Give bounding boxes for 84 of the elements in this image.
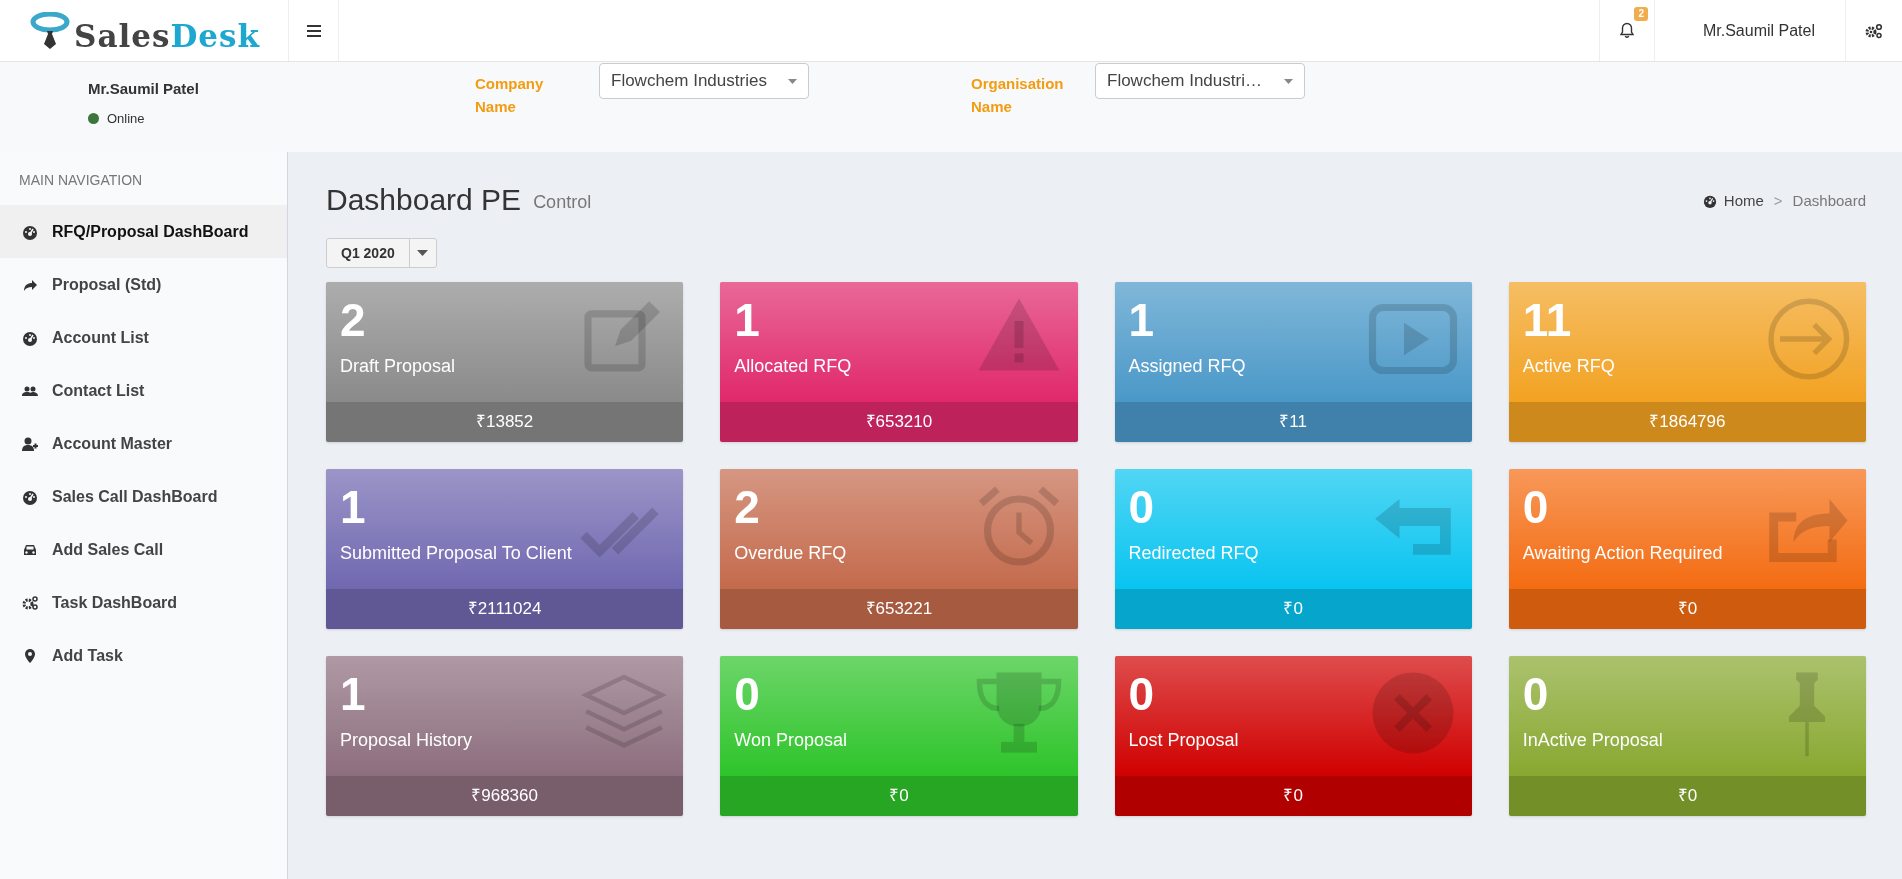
card-count: 1	[734, 293, 760, 348]
organisation-select[interactable]: Flowchem Industri…	[1095, 63, 1305, 99]
card-count: 0	[734, 667, 760, 722]
card-amount: ₹0	[889, 785, 909, 808]
page-subtitle: Control	[533, 191, 592, 214]
caret-icon	[1284, 78, 1293, 84]
period-select[interactable]: Q1 2020	[326, 238, 437, 268]
card-count: 0	[1128, 667, 1155, 722]
dashboard-icon	[22, 223, 38, 240]
stat-card[interactable]: 0 InActive Proposal ₹0	[1508, 656, 1866, 816]
menu-icon	[306, 24, 321, 37]
card-label: Won Proposal	[734, 729, 847, 752]
user-status: Online	[107, 109, 145, 128]
card-amount: ₹653210	[865, 411, 933, 434]
card-amount: ₹0	[1677, 785, 1698, 808]
stat-card[interactable]: 1 Assigned RFQ ₹11	[1114, 282, 1472, 442]
card-amount: ₹968360	[471, 785, 538, 808]
caret-icon	[417, 250, 429, 256]
logo-icon	[30, 11, 70, 50]
logo-text: SalesDesk	[74, 21, 260, 52]
page-title: Dashboard PE	[326, 182, 522, 218]
sidebar-item[interactable]: Account List	[0, 311, 287, 364]
card-label: Allocated RFQ	[734, 355, 852, 378]
card-label: Proposal History	[340, 729, 473, 752]
card-label: InActive Proposal	[1522, 729, 1663, 752]
settings-icon	[1865, 22, 1883, 39]
sidebar-item[interactable]: Contact List	[0, 364, 287, 417]
card-count: 2	[340, 293, 366, 348]
sidebar-item[interactable]: Account Master	[0, 417, 287, 470]
card-count: 0	[1128, 480, 1155, 535]
breadcrumb-separator: >	[1773, 190, 1783, 211]
sidebar-item[interactable]: Task DashBoard	[0, 576, 287, 629]
sidebar-item[interactable]: Add Sales Call	[0, 523, 287, 576]
notification-count: 2	[1634, 6, 1648, 21]
company-select[interactable]: Flowchem Industries	[599, 63, 809, 99]
card-amount: ₹0	[1677, 598, 1698, 621]
sidebar-item[interactable]: Sales Call DashBoard	[0, 470, 287, 523]
user-name: Mr.Saumil Patel	[88, 79, 200, 99]
card-amount: ₹1864796	[1649, 411, 1726, 434]
card-label: Submitted Proposal To Client	[340, 542, 572, 565]
breadcrumb-link[interactable]: Home	[1723, 189, 1764, 212]
card-amount: ₹653221	[865, 598, 933, 621]
card-label: Active RFQ	[1522, 355, 1615, 378]
user-menu[interactable]: Mr.Saumil Patel	[1702, 18, 1815, 43]
card-label: Redirected RFQ	[1128, 542, 1259, 565]
sidebar-item[interactable]: RFQ/Proposal DashBoard	[0, 205, 287, 258]
sidebar-item[interactable]: Proposal (Std)	[0, 258, 287, 311]
card-count: 1	[340, 667, 366, 722]
stat-card[interactable]: 0 Awaiting Action Required ₹0	[1508, 469, 1866, 629]
stat-card[interactable]: 1 Proposal History ₹968360	[326, 656, 684, 816]
sidebar-item[interactable]: Add Task	[0, 629, 287, 682]
caret-icon	[788, 78, 797, 84]
card-count: 0	[1522, 480, 1549, 535]
card-label: Draft Proposal	[340, 355, 456, 378]
card-amount: ₹13852	[476, 411, 534, 434]
card-label: Awaiting Action Required	[1522, 542, 1723, 565]
field-label: Company Name	[475, 74, 545, 117]
card-label: Assigned RFQ	[1128, 355, 1246, 378]
stat-card[interactable]: 2 Overdue RFQ ₹653221	[720, 469, 1078, 629]
dashboard-icon	[22, 329, 38, 346]
field-label: Organisation Name	[971, 74, 1061, 117]
dashboard-icon	[1701, 193, 1718, 208]
dashboard-icon	[22, 488, 38, 505]
stat-card[interactable]: 1 Submitted Proposal To Client ₹2111024	[326, 469, 684, 629]
card-count: 11	[1522, 293, 1572, 348]
card-count: 1	[340, 480, 366, 535]
sidebar-heading: MAIN NAVIGATION	[18, 171, 144, 190]
bell-icon	[1619, 22, 1635, 39]
stat-card[interactable]: 2 Draft Proposal ₹13852	[326, 282, 684, 442]
breadcrumb-current: Dashboard	[1792, 190, 1866, 211]
gears-icon	[22, 594, 38, 611]
stat-card[interactable]: 0 Lost Proposal ₹0	[1114, 656, 1472, 816]
card-amount: ₹0	[1283, 598, 1303, 621]
card-count: 0	[1522, 667, 1549, 722]
card-count: 2	[734, 480, 760, 535]
card-amount: ₹2111024	[467, 598, 542, 621]
card-amount: ₹11	[1279, 411, 1307, 434]
card-label: Lost Proposal	[1128, 729, 1239, 752]
card-label: Overdue RFQ	[734, 542, 847, 565]
user-plus-icon	[22, 435, 38, 452]
card-amount: ₹0	[1283, 785, 1303, 808]
card-count: 1	[1128, 293, 1155, 348]
stat-card[interactable]: 1 Allocated RFQ ₹653210	[720, 282, 1078, 442]
map-marker-icon	[22, 647, 38, 664]
